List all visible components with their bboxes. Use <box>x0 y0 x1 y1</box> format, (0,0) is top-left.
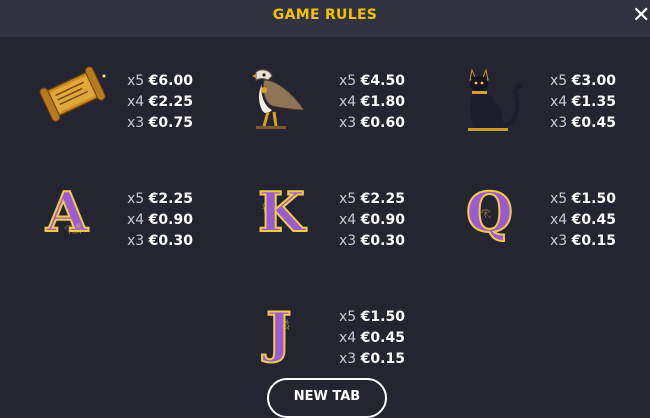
paytable-q: x5 €1.50 x4 €0.45 x3 €0.15 <box>550 189 616 252</box>
pay-row: x5 €1.50 <box>339 309 405 325</box>
scroll-icon <box>39 66 106 122</box>
pay-row: x3 €0.15 <box>339 351 405 367</box>
pay-row: x4 €0.90 <box>339 212 405 228</box>
falcon-icon <box>252 69 305 129</box>
pay-row: x3 €0.75 <box>127 115 193 131</box>
paytable-scroll: x5 €6.00 x4 €2.25 x3 €0.75 <box>127 71 193 134</box>
paytable-j: x5 €1.50 x4 €0.45 x3 €0.15 <box>339 307 405 370</box>
pay-row: x4 €0.45 <box>550 212 616 228</box>
symbol-scroll <box>38 66 108 124</box>
symbol-a: A 𓂀𓆣 <box>42 179 102 246</box>
symbol-k: K 𓋹 <box>254 179 314 246</box>
pay-row: x3 €0.30 <box>127 233 193 249</box>
pay-row: x5 €6.00 <box>127 73 193 89</box>
pay-row: x3 €0.45 <box>550 115 616 131</box>
close-icon[interactable]: ✕ <box>632 3 650 29</box>
symbol-q: Q 𓂀 <box>464 179 524 246</box>
paytable-a: x5 €2.25 x4 €0.90 x3 €0.30 <box>127 189 193 252</box>
pay-row: x3 €0.30 <box>339 233 405 249</box>
symbol-cat <box>462 66 526 134</box>
pay-row: x5 €1.50 <box>550 191 616 207</box>
pay-row: x5 €4.50 <box>339 73 405 89</box>
pay-row: x4 €0.45 <box>339 330 405 346</box>
pay-row: x4 €0.90 <box>127 212 193 228</box>
letter-j-icon: J <box>265 299 293 365</box>
paytable-cat: x5 €3.00 x4 €1.35 x3 €0.45 <box>550 71 616 134</box>
new-tab-button[interactable]: NEW TAB <box>267 378 387 418</box>
pay-row: x3 €0.60 <box>339 115 405 131</box>
symbol-falcon <box>242 66 312 134</box>
hieroglyph-icon: 𓋹 <box>262 205 267 215</box>
symbol-j: J 𓆣 <box>260 299 310 366</box>
pay-row: x4 €1.35 <box>550 94 616 110</box>
hieroglyph-icon: 𓂀 <box>480 209 491 219</box>
pay-row: x5 €3.00 <box>550 73 616 89</box>
paytable-falcon: x5 €4.50 x4 €1.80 x3 €0.60 <box>339 71 405 134</box>
pay-row: x4 €1.80 <box>339 94 405 110</box>
pay-row: x5 €2.25 <box>339 191 405 207</box>
cat-icon <box>468 68 523 131</box>
hieroglyph-icon: 𓂀𓆣 <box>64 225 82 235</box>
pay-row: x3 €0.15 <box>550 233 616 249</box>
page-title: GAME RULES <box>272 7 378 23</box>
pay-row: x5 €2.25 <box>127 191 193 207</box>
pay-row: x4 €2.25 <box>127 94 193 110</box>
hieroglyph-icon: 𓆣 <box>282 321 290 331</box>
paytable-k: x5 €2.25 x4 €0.90 x3 €0.30 <box>339 189 405 252</box>
